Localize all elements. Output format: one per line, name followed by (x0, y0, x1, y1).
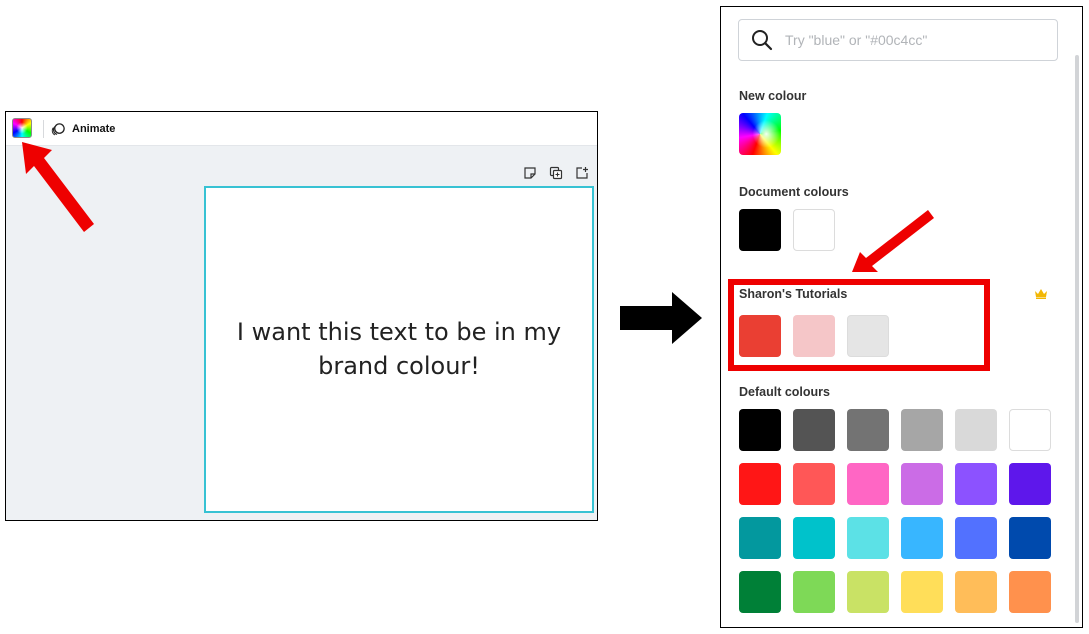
colour-search-input[interactable] (783, 31, 1037, 49)
default-colour-swatch[interactable] (793, 571, 835, 613)
new-colour-button[interactable] (739, 113, 781, 155)
default-colour-swatch[interactable] (847, 409, 889, 451)
default-colour-swatch[interactable] (955, 463, 997, 505)
default-colour-swatch[interactable] (739, 409, 781, 451)
default-colour-swatch[interactable] (955, 409, 997, 451)
default-colour-swatch[interactable] (847, 517, 889, 559)
toolbar-divider (43, 120, 44, 138)
colour-search (738, 19, 1058, 61)
default-colour-swatch[interactable] (1009, 409, 1051, 451)
default-colour-swatch[interactable] (739, 517, 781, 559)
default-colour-swatch[interactable] (1009, 571, 1051, 613)
default-colour-swatch[interactable] (901, 571, 943, 613)
document-colour-swatch[interactable] (739, 209, 781, 251)
brand-kit-arrow-icon (852, 210, 934, 272)
default-colour-swatch[interactable] (739, 463, 781, 505)
page-actions (523, 166, 589, 180)
page-text[interactable]: I want this text to be in my brand colou… (206, 316, 592, 382)
default-colour-swatch[interactable] (847, 571, 889, 613)
animate-icon (51, 122, 65, 135)
document-colours-title: Document colours (739, 185, 849, 199)
design-page[interactable]: I want this text to be in my brand colou… (204, 186, 594, 513)
default-colour-swatch[interactable] (955, 517, 997, 559)
default-colour-swatch[interactable] (901, 409, 943, 451)
default-colour-swatch[interactable] (901, 517, 943, 559)
default-colour-swatch[interactable] (793, 463, 835, 505)
add-note-icon[interactable] (523, 166, 537, 180)
text-colour-button[interactable] (12, 118, 32, 138)
crown-icon (1035, 289, 1047, 299)
annotation-arrow-icon (22, 142, 94, 232)
default-colour-swatch[interactable] (1009, 463, 1051, 505)
default-colour-swatch[interactable] (901, 463, 943, 505)
new-colour-title: New colour (739, 89, 807, 103)
default-colour-swatch[interactable] (847, 463, 889, 505)
panel-scrollbar[interactable] (1075, 55, 1079, 623)
add-page-icon[interactable] (575, 166, 589, 180)
search-icon (752, 30, 773, 51)
animate-button[interactable]: Animate (51, 120, 115, 138)
duplicate-page-icon[interactable] (549, 166, 563, 180)
default-colour-swatch[interactable] (1009, 517, 1051, 559)
default-colour-swatch[interactable] (793, 517, 835, 559)
default-colour-swatch[interactable] (793, 409, 835, 451)
document-colour-swatch[interactable] (793, 209, 835, 251)
brand-kit-highlight (728, 279, 990, 371)
default-colour-swatch[interactable] (739, 571, 781, 613)
transition-arrow-icon (620, 292, 702, 344)
default-colours-title: Default colours (739, 385, 830, 399)
animate-label: Animate (72, 123, 116, 135)
default-colour-swatch[interactable] (955, 571, 997, 613)
